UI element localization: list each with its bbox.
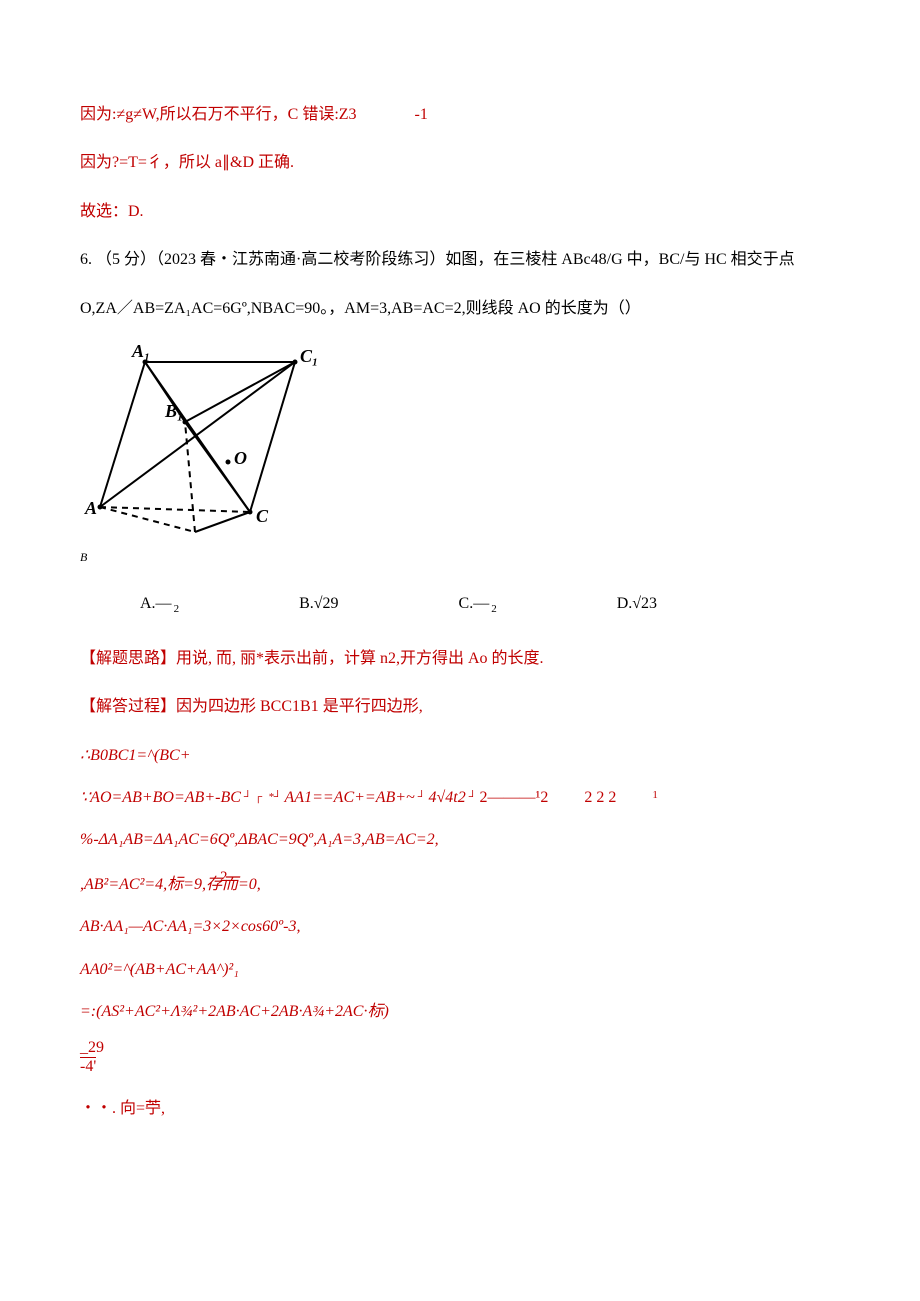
line-1-pre: 因为:≠g≠W,所以石万不平行，C 错误:Z3 — [80, 106, 357, 123]
choice-C-text: C.— — [459, 595, 490, 612]
line-1: 因为:≠g≠W,所以石万不平行，C 错误:Z3 -1 — [80, 100, 840, 130]
frag-icon: ┘ — [418, 787, 426, 808]
choice-A: A.—2 — [140, 589, 179, 620]
eq-6: AA0²=^(AB+AC+AA^)²₁ — [80, 955, 840, 985]
eq-3: %-ΔA₁AB=ΔA₁AC=6Qº,ΔBAC=9Qº,A₁A=3,AB=AC=2… — [80, 825, 840, 855]
solution-process: 【解答过程】因为四边形 BCC1B1 是平行四边形, — [80, 692, 840, 722]
eq-2-trail-end: 1 — [652, 789, 658, 801]
frag-icon: ┘ ┌ — [244, 787, 262, 808]
eq-9: ・・. 向=苧, — [80, 1094, 840, 1124]
eq-2: ∵AO=AB+BO=AB+-BC┘ ┌*┘AA1==AC+=AB+~┘4√4t2… — [80, 783, 840, 813]
prism-svg: A₁ C₁ B₁ O A C — [80, 342, 340, 542]
line-2: 因为?=T=彳，所以 a∥&D 正确. — [80, 148, 840, 178]
eq-4-text: ,AB²=AC²=4,标=9,存而=0, — [80, 870, 840, 900]
solution-idea: 【解题思路】用说, 而, 丽*表示出前，计算 n2,开方得出 Ao 的长度. — [80, 644, 840, 674]
eq-2-c: 4√4t2 — [429, 789, 466, 806]
label-A: A — [84, 498, 97, 518]
choice-A-text: A.— — [140, 595, 172, 612]
eq-4-top: 2 — [220, 870, 228, 885]
eq-8-top: _29 — [80, 1039, 840, 1057]
eq-7: =:(AS²+AC²+Λ¾²+2AB·AC+2AB·A¾+2AC·标) — [80, 997, 840, 1027]
label-A1: A₁ — [131, 342, 150, 361]
label-O: O — [234, 448, 247, 468]
choice-D: D.√23 — [617, 589, 657, 619]
prism-figure: A₁ C₁ B₁ O A C B — [80, 342, 840, 569]
choice-A-sub: 2 — [174, 603, 180, 615]
line-3: 故选：D. — [80, 197, 840, 227]
eq-2-a: ∵AO=AB+BO=AB+-BC — [80, 789, 241, 806]
choice-C: C.—2 — [459, 589, 497, 620]
label-B1: B₁ — [164, 401, 183, 421]
question-6-line-b: O,ZA／AB=ZA₁AC=6Gº,NBAC=90。，AM=3,AB=AC=2,… — [80, 294, 840, 324]
frag-icon: *┘ — [268, 787, 281, 808]
label-B: B — [80, 546, 840, 569]
question-6-line-a: 6. （5 分）（2023 春・江苏南通·高二校考阶段练习）如图，在三棱柱 AB… — [80, 245, 840, 275]
choice-B: B.√29 — [299, 589, 338, 619]
frag-icon: ┘ — [469, 787, 477, 808]
eq-4: 2 ,AB²=AC²=4,标=9,存而=0, — [80, 870, 840, 900]
eq-2-b: AA1==AC+=AB+~ — [285, 789, 415, 806]
eq-5: AB·AA₁—AC·AA₁=3×2×cos60º-3, — [80, 912, 840, 942]
eq-8: _29 -4' — [80, 1039, 840, 1075]
choices-row: A.—2 B.√29 C.—2 D.√23 — [140, 589, 840, 620]
label-C1: C₁ — [300, 346, 318, 366]
label-C: C — [256, 506, 269, 526]
eq-2-trail: 2 2 2 — [584, 789, 616, 806]
line-1-post: -1 — [415, 106, 428, 123]
eq-1: ∴B0BC1=^(BC+ — [80, 741, 840, 771]
eq-8-bot: -4' — [80, 1057, 96, 1076]
choice-C-sub: 2 — [491, 603, 497, 615]
